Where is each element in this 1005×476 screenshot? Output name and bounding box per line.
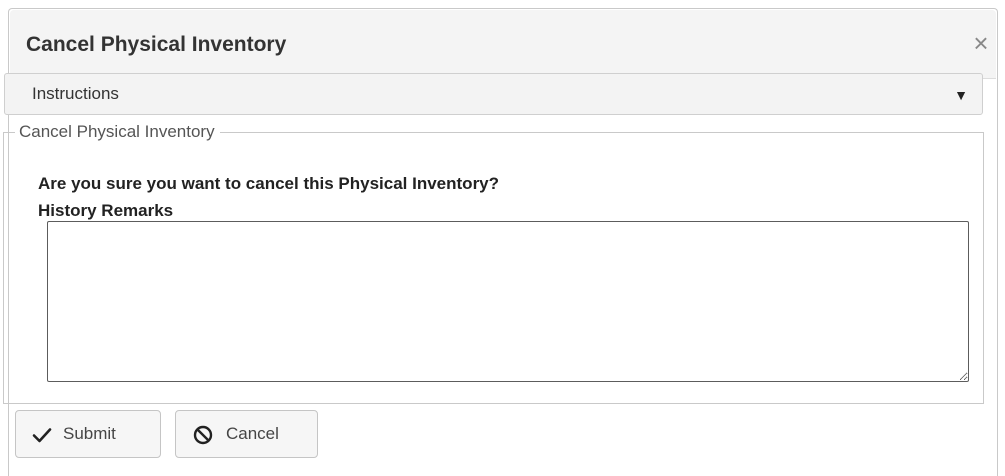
- close-icon[interactable]: ×: [968, 28, 994, 58]
- checkmark-icon: [32, 428, 52, 443]
- instructions-label: Instructions: [32, 84, 119, 103]
- fieldset-legend: Cancel Physical Inventory: [19, 122, 215, 141]
- history-remarks-textarea[interactable]: [47, 221, 969, 382]
- cancel-circle-icon: [193, 425, 213, 445]
- cancel-button[interactable]: Cancel: [175, 410, 318, 458]
- caret-down-icon: ▼: [954, 87, 968, 103]
- dialog-title: Cancel Physical Inventory: [26, 33, 287, 56]
- cancel-label: Cancel: [226, 424, 279, 443]
- submit-label: Submit: [63, 424, 116, 443]
- dialog-titlebar: Cancel Physical Inventory ×: [10, 10, 996, 79]
- confirmation-question: Are you sure you want to cancel this Phy…: [38, 174, 500, 193]
- instructions-accordion[interactable]: Instructions ▼: [4, 73, 983, 115]
- history-remarks-label: History Remarks: [38, 201, 174, 220]
- submit-button[interactable]: Submit: [15, 410, 161, 458]
